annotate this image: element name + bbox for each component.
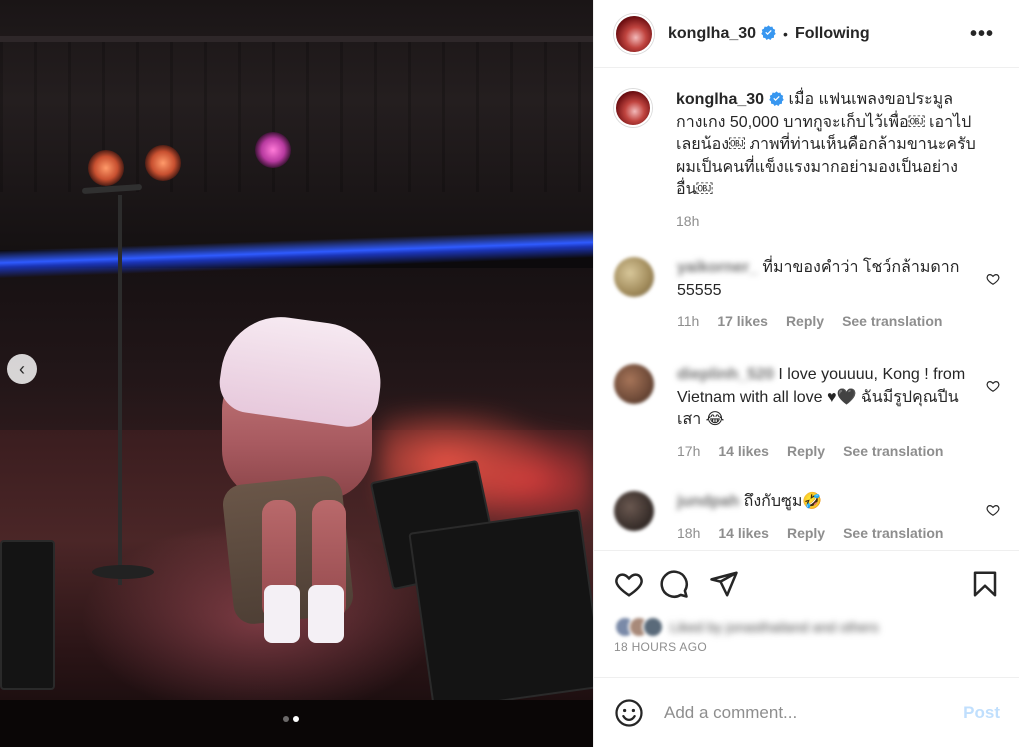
comment-body: jundpah ถึงกับซูม🤣 18h 14 likes Reply Se… [677,491,969,544]
comments-list[interactable]: konglha_30 เมื่อ แฟนเพลงขอประมูลกางเกง 5… [594,69,1019,549]
heart-icon[interactable] [986,503,1000,517]
photo-mic-stand [118,195,122,585]
see-translation-button[interactable]: See translation [843,440,943,463]
photo-stage-edge [0,700,593,747]
reply-button[interactable]: Reply [787,522,825,545]
commenter-avatar[interactable] [614,364,654,404]
caption-author-avatar[interactable] [614,89,652,127]
comment-meta: 11h 17 likes Reply See translation [677,310,969,333]
author-avatar[interactable] [614,13,654,54]
comment-time[interactable]: 18h [677,522,700,545]
heart-icon[interactable] [986,272,1000,286]
author-username-text[interactable]: konglha_30 [668,25,756,42]
comment-item: jundpah ถึงกับซูม🤣 18h 14 likes Reply Se… [614,491,1000,544]
photo-speaker [408,508,593,712]
following-button[interactable]: Following [795,25,870,43]
verified-badge-icon [769,91,784,106]
caption-body: konglha_30 เมื่อ แฟนเพลงขอประมูลกางเกง 5… [676,89,976,232]
comment-likes[interactable]: 17 likes [717,310,768,333]
comment-body: yaikorner_ ที่มาของคำว่า โชว์กล้ามดาก 55… [677,257,969,333]
more-options-icon[interactable]: ••• [970,23,994,46]
liked-by-text[interactable]: Liked by jonasthailand and others [670,619,879,635]
commenter-avatar[interactable] [614,491,654,531]
see-translation-button[interactable]: See translation [842,310,942,333]
comment-time[interactable]: 17h [677,440,700,463]
author-username[interactable]: konglha_30 [668,25,776,43]
liked-by-row[interactable]: Liked by jonasthailand and others [614,615,879,639]
instagram-post-modal: ‹ konglha_30 • Following ••• konglha_30 … [0,0,1019,747]
carousel-dot-active [293,716,299,722]
comment-bubble-icon[interactable] [659,569,689,599]
reply-button[interactable]: Reply [787,440,825,463]
comment-item: dieplinh_520 I love youuuu, Kong ! from … [614,364,1000,462]
commenter-username[interactable]: dieplinh_520 [677,366,774,383]
post-timestamp[interactable]: 18 HOURS AGO [614,640,707,654]
paper-plane-icon[interactable] [709,569,739,599]
comment-likes[interactable]: 14 likes [718,440,769,463]
stage-spotlight [145,145,181,181]
previous-slide-button[interactable]: ‹ [7,354,37,384]
post-header: konglha_30 • Following ••• [594,0,1019,68]
liker-avatar [642,616,664,638]
verified-badge-icon [761,24,776,40]
comment-meta: 17h 14 likes Reply See translation [677,440,969,463]
commenter-username[interactable]: jundpah [677,493,739,510]
comment-text: ถึงกับซูม🤣 [743,493,823,510]
post-caption: konglha_30 เมื่อ แฟนเพลงขอประมูลกางเกง 5… [614,89,994,232]
post-side-panel: konglha_30 • Following ••• konglha_30 เม… [593,0,1019,747]
photo-performer-sock [264,585,300,643]
post-comment-button[interactable]: Post [963,703,1000,723]
caption-username[interactable]: konglha_30 [676,91,764,108]
caption-time[interactable]: 18h [676,210,699,233]
stage-spotlight [88,150,124,186]
comment-meta: 18h 14 likes Reply See translation [677,522,969,545]
carousel-indicator [283,716,299,722]
stage-spotlight [255,132,291,168]
heart-icon[interactable] [614,569,644,599]
post-actions: Liked by jonasthailand and others 18 HOU… [594,550,1019,654]
heart-icon[interactable] [986,379,1000,393]
comment-time[interactable]: 11h [677,310,699,333]
action-icon-row [614,569,1000,601]
commenter-username[interactable]: yaikorner_ [677,259,758,276]
comment-body: dieplinh_520 I love youuuu, Kong ! from … [677,364,969,462]
comment-likes[interactable]: 14 likes [718,522,769,545]
comment-composer: Post [594,677,1019,747]
see-translation-button[interactable]: See translation [843,522,943,545]
photo-speaker [0,540,55,690]
photo-mic-base [92,565,154,579]
comment-item: yaikorner_ ที่มาของคำว่า โชว์กล้ามดาก 55… [614,257,1000,333]
chevron-left-icon: ‹ [19,359,25,379]
commenter-avatar[interactable] [614,257,654,297]
bookmark-icon[interactable] [970,569,1000,599]
smiley-icon[interactable] [614,698,644,728]
photo-performer-sock [308,585,344,643]
comment-input[interactable] [664,702,954,723]
reply-button[interactable]: Reply [786,310,824,333]
header-separator: • [783,25,788,42]
post-photo[interactable]: ‹ [0,0,593,747]
caption-meta: 18h [676,210,976,233]
carousel-dot [283,716,289,722]
